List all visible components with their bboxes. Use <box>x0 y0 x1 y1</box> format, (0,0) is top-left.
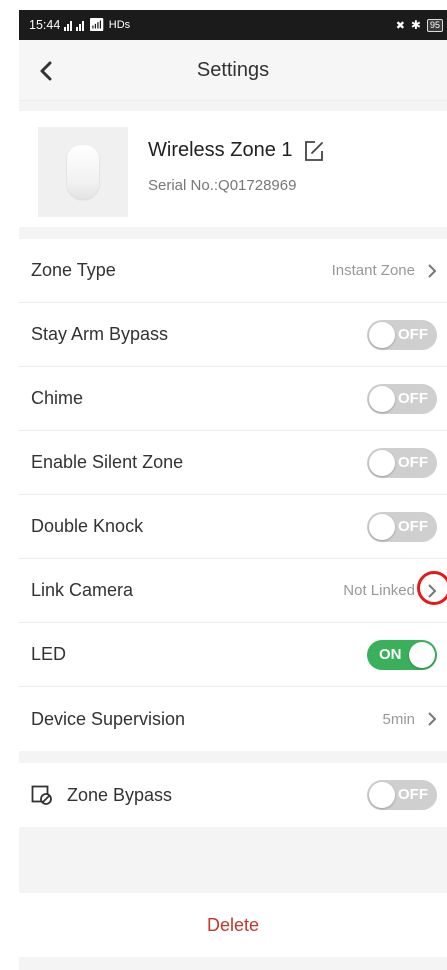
wifi-icon: 📶︎ <box>88 17 105 32</box>
page-title: Settings <box>196 58 270 81</box>
zone-type-value: Instant Zone <box>331 262 415 279</box>
back-button[interactable] <box>33 58 59 84</box>
double-knock-label: Double Knock <box>31 516 144 536</box>
toggle-state: OFF <box>398 325 428 343</box>
zone-bypass-toggle[interactable]: OFF <box>367 780 437 810</box>
toggle-knob <box>369 321 395 348</box>
status-time: 15:44 <box>29 18 61 32</box>
silent-zone-label: Enable Silent Zone <box>31 452 184 472</box>
bluetooth-icon: ✱ <box>410 18 421 32</box>
led-row: LED ON <box>19 623 447 687</box>
device-supervision-value: 5min <box>382 710 415 728</box>
zone-type-label: Zone Type <box>31 260 116 280</box>
zone-bypass-section: Zone Bypass OFF <box>19 763 447 827</box>
device-supervision-row[interactable]: Device Supervision 5min <box>19 687 447 751</box>
toggle-knob <box>369 449 395 476</box>
toggle-state: OFF <box>398 453 428 471</box>
settings-list: Zone Type Instant Zone Stay Arm Bypass O… <box>19 239 447 751</box>
zone-bypass-row: Zone Bypass OFF <box>19 763 447 827</box>
signal-icon <box>64 20 73 31</box>
toggle-knob <box>369 385 395 412</box>
double-knock-row: Double Knock OFF <box>19 495 447 559</box>
delete-button[interactable]: Delete <box>207 915 259 936</box>
chime-row: Chime OFF <box>19 367 447 431</box>
device-card: Wireless Zone 1 Serial No.:Q01728969 <box>19 111 447 227</box>
led-label: LED <box>31 644 67 664</box>
zone-bypass-label: Zone Bypass <box>67 784 173 805</box>
signal-icon-2 <box>76 20 85 31</box>
chevron-right-icon <box>428 263 437 278</box>
led-toggle[interactable]: ON <box>367 639 437 670</box>
toggle-state: ON <box>379 645 402 663</box>
device-name: Wireless Zone 1 <box>148 139 293 161</box>
edit-icon[interactable] <box>303 140 325 162</box>
zone-bypass-icon <box>31 785 52 805</box>
link-camera-row[interactable]: Link Camera Not Linked <box>19 559 447 623</box>
battery-icon: 95 <box>426 18 443 32</box>
link-camera-value: Not Linked <box>343 582 415 599</box>
toggle-knob <box>369 782 395 808</box>
pir-sensor-icon <box>67 145 99 199</box>
mute-icon: ✖ <box>395 19 405 32</box>
chevron-right-icon <box>428 712 437 726</box>
toggle-state: OFF <box>398 517 428 535</box>
toggle-knob <box>409 641 435 668</box>
link-camera-label: Link Camera <box>31 580 134 600</box>
highlight-circle-annotation <box>417 571 447 605</box>
chime-label: Chime <box>31 388 84 408</box>
double-knock-toggle[interactable]: OFF <box>367 511 437 542</box>
stay-arm-bypass-toggle[interactable]: OFF <box>367 319 437 350</box>
status-bar: 15:44 📶︎ HDs ✖ ✱ 95 <box>19 10 447 40</box>
serial-number: Serial No.:Q01728969 <box>148 177 297 194</box>
silent-zone-toggle[interactable]: OFF <box>367 447 437 478</box>
device-supervision-label: Device Supervision <box>31 708 186 729</box>
network-label: HDs <box>108 19 131 31</box>
phone-screen: 15:44 📶︎ HDs ✖ ✱ 95 Settings Wireless Zo… <box>19 10 447 970</box>
device-image <box>38 127 128 217</box>
top-bar: Settings <box>19 40 447 101</box>
toggle-state: OFF <box>398 389 428 407</box>
silent-zone-row: Enable Silent Zone OFF <box>19 431 447 495</box>
back-arrow-icon <box>40 61 52 81</box>
toggle-knob <box>369 513 395 540</box>
zone-type-row[interactable]: Zone Type Instant Zone <box>19 239 447 303</box>
delete-section: Delete <box>19 893 447 957</box>
stay-arm-bypass-label: Stay Arm Bypass <box>31 324 169 344</box>
toggle-state: OFF <box>398 786 428 803</box>
chime-toggle[interactable]: OFF <box>367 383 437 414</box>
stay-arm-bypass-row: Stay Arm Bypass OFF <box>19 303 447 367</box>
